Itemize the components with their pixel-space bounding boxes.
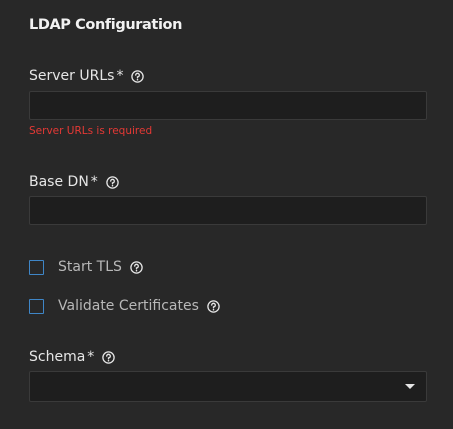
- start-tls-checkbox[interactable]: [29, 259, 44, 275]
- help-icon[interactable]: [207, 299, 220, 313]
- schema-select[interactable]: [29, 371, 427, 402]
- help-icon[interactable]: [102, 350, 116, 364]
- base-dn-label: Base DN: [29, 174, 89, 190]
- required-asterisk: *: [116, 68, 124, 84]
- validate-certificates-checkbox[interactable]: [29, 298, 44, 314]
- server-urls-error: Server URLs is required: [29, 125, 153, 137]
- start-tls-checkbox-row[interactable]: Start TLS: [29, 259, 143, 275]
- help-icon[interactable]: [130, 260, 143, 274]
- base-dn-label-row: Base DN *: [29, 174, 119, 190]
- ldap-configuration-panel: LDAP Configuration Server URLs * Server …: [0, 0, 453, 429]
- base-dn-input[interactable]: [29, 196, 427, 225]
- start-tls-label[interactable]: Start TLS: [58, 259, 122, 275]
- schema-label: Schema: [29, 349, 86, 365]
- help-icon[interactable]: [106, 175, 119, 189]
- help-icon[interactable]: [131, 69, 145, 83]
- server-urls-input[interactable]: [29, 91, 427, 120]
- schema-label-row: Schema *: [29, 349, 116, 365]
- server-urls-label-row: Server URLs *: [29, 68, 145, 84]
- required-asterisk: *: [90, 174, 98, 190]
- required-asterisk: *: [87, 349, 95, 365]
- caret-down-icon[interactable]: [405, 384, 415, 389]
- validate-certificates-checkbox-row[interactable]: Validate Certificates: [29, 298, 220, 314]
- section-title: LDAP Configuration: [29, 17, 183, 33]
- server-urls-label: Server URLs: [29, 68, 115, 84]
- validate-certificates-label[interactable]: Validate Certificates: [58, 298, 199, 314]
